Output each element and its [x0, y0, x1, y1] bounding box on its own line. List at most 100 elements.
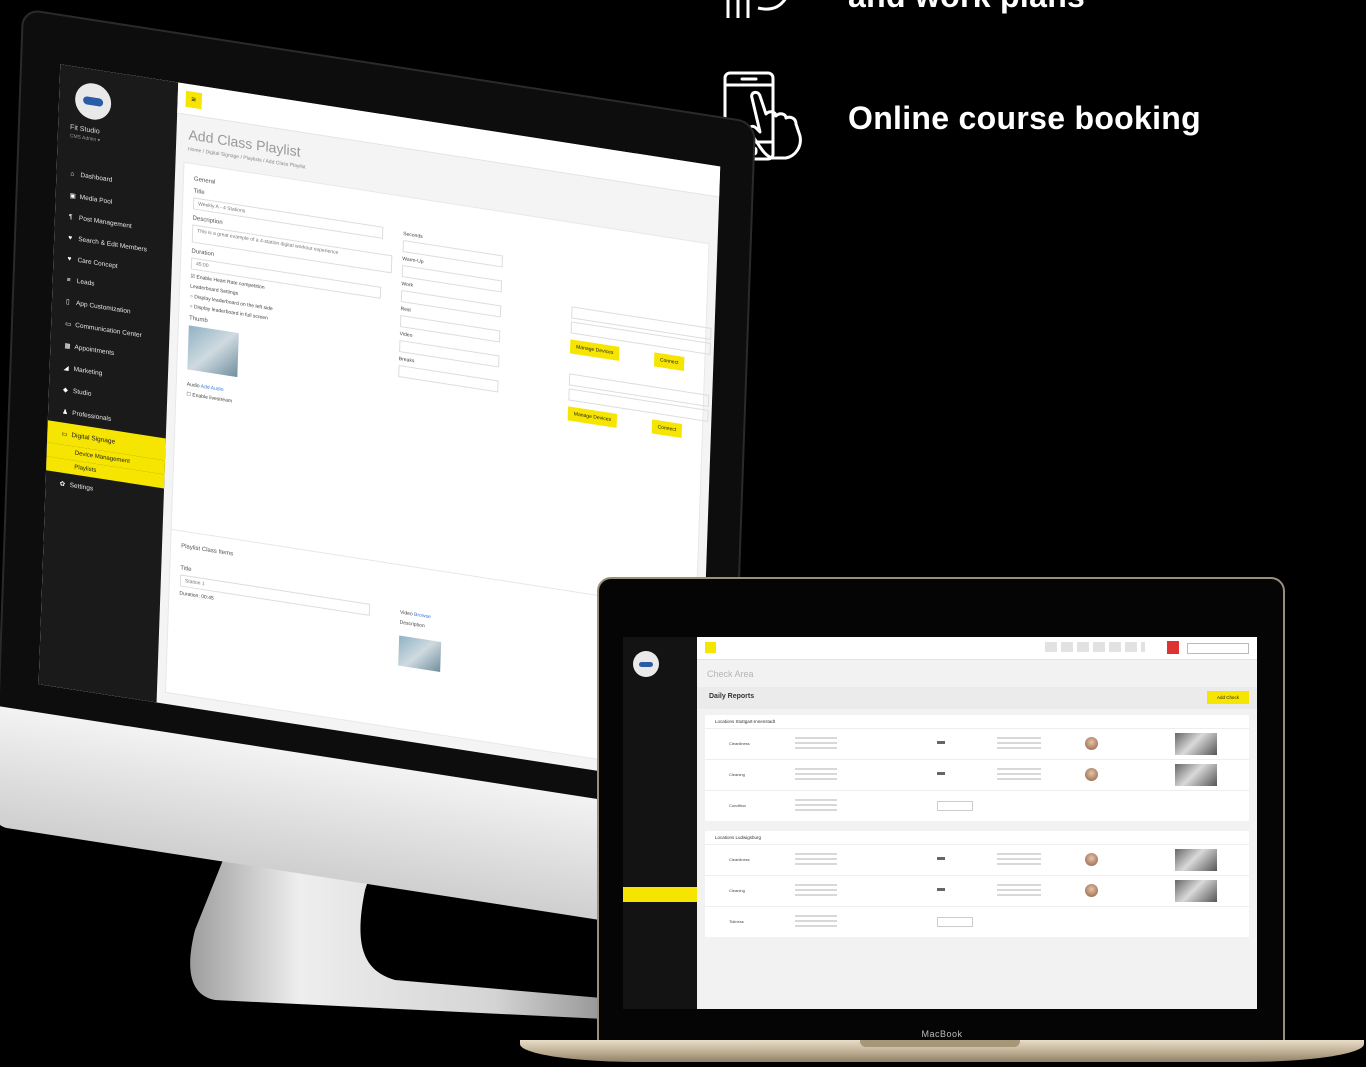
avatar	[1085, 853, 1098, 866]
sidebar-item-label: App Customization	[75, 299, 131, 316]
users-icon: ♥	[68, 234, 73, 242]
location-title: Locations Ludwigsburg	[715, 835, 762, 840]
location-title: Locations Stuttgart-Innenstadt	[715, 719, 776, 724]
row-dates	[997, 884, 1041, 896]
sidebar-item-label: Professionals	[72, 409, 112, 423]
row-category: Cleaning	[729, 772, 745, 777]
gear-icon: ✿	[59, 480, 66, 489]
sidebar-item-label: Leads	[76, 277, 95, 288]
macbook-nav-item[interactable]	[623, 752, 697, 767]
user-icon: ♟	[62, 408, 69, 417]
thumb-image[interactable]	[187, 325, 239, 378]
table-row[interactable]: Condition	[705, 790, 1249, 821]
home-icon: ⌂	[70, 170, 75, 178]
item-video-group: Video Browse Description	[398, 606, 442, 673]
item-video-browse-link[interactable]: Browse	[414, 612, 431, 621]
macbook-nav-item[interactable]	[623, 857, 697, 872]
row-details	[795, 884, 837, 896]
device-column: Manage Devices Connect Manage Devices Co…	[567, 303, 721, 443]
imac-stand	[190, 830, 625, 1020]
daily-reports-title: Daily Reports	[709, 693, 755, 700]
row-status	[937, 857, 945, 860]
macbook-content: Check Area Daily Reports Add Check Locat…	[697, 659, 1257, 1009]
livestream-label: Enable livestream	[192, 392, 233, 405]
macbook-nav-item[interactable]	[623, 737, 697, 752]
location-block-2: Locations Ludwigsburg Cleanliness Cleani…	[705, 831, 1249, 937]
row-category: Tidiness	[729, 919, 744, 924]
row-photo[interactable]	[1175, 733, 1217, 755]
list-icon: ≡	[66, 276, 71, 284]
connect-button-2[interactable]: Connect	[651, 419, 683, 439]
row-status	[937, 772, 945, 775]
sidebar-item-label: Digital Signage	[71, 431, 116, 446]
macbook-nav-item[interactable]	[623, 707, 697, 722]
manage-devices-button-2[interactable]: Manage Devices	[567, 406, 618, 428]
pin-icon: ¶	[68, 213, 73, 221]
avatar	[1085, 737, 1098, 750]
row-dates	[997, 853, 1041, 865]
macbook-menu-toggle[interactable]	[705, 642, 716, 653]
row-status	[937, 741, 945, 744]
manage-devices-button-1[interactable]: Manage Devices	[569, 339, 620, 361]
sidebar-item-label: Marketing	[73, 365, 103, 378]
macbook-nav-item[interactable]	[623, 797, 697, 812]
table-row[interactable]: Cleaning	[705, 875, 1249, 906]
item-description-label: Description	[399, 619, 425, 630]
stage: and work plans Online course booking	[0, 0, 1366, 1067]
row-photo[interactable]	[1175, 880, 1217, 902]
checklist-icon	[726, 0, 787, 18]
macbook-user-meta	[1045, 642, 1145, 652]
row-details	[795, 853, 837, 865]
macbook-nav-item[interactable]	[623, 722, 697, 737]
macbook-nav	[623, 707, 697, 917]
sidebar-item-label: Appointments	[74, 343, 115, 358]
feature-work-plans: and work plans	[848, 0, 1085, 15]
macbook-nav-item[interactable]	[623, 782, 697, 797]
macbook-screen: Check Area Daily Reports Add Check Locat…	[623, 637, 1257, 1009]
row-status-tag	[937, 917, 973, 927]
sidebar-item-label: Studio	[72, 387, 92, 398]
macbook-lang-select[interactable]	[1187, 643, 1249, 654]
row-dates	[997, 737, 1041, 749]
row-category: Cleanliness	[729, 741, 750, 746]
macbook-nav-item[interactable]	[623, 902, 697, 917]
studio-logo	[74, 80, 112, 123]
add-audio-link[interactable]: Add Audio	[201, 384, 224, 394]
table-row[interactable]: Cleanliness	[705, 728, 1249, 759]
row-photo[interactable]	[1175, 764, 1217, 786]
macbook-nav-item[interactable]	[623, 842, 697, 857]
macbook-nav-item[interactable]	[623, 872, 697, 887]
avatar	[1085, 768, 1098, 781]
feature-online-booking-label: Online course booking	[848, 100, 1202, 136]
row-details	[795, 768, 837, 780]
row-dates	[997, 768, 1041, 780]
macbook-nav-item[interactable]	[623, 767, 697, 782]
phone-tap-icon	[723, 71, 802, 161]
row-details	[795, 737, 837, 749]
sidebar-item-label: Media Pool	[79, 193, 113, 206]
flag-icon[interactable]	[1167, 641, 1179, 654]
row-category: Cleanliness	[729, 857, 750, 862]
mobile-icon: ▯	[65, 298, 70, 306]
table-row[interactable]: Cleanliness	[705, 844, 1249, 875]
row-photo[interactable]	[1175, 849, 1217, 871]
monitor-icon: ▭	[61, 430, 68, 439]
calendar-icon: ▦	[64, 342, 71, 351]
heart-icon: ♥	[67, 255, 72, 263]
sidebar-item-label: Settings	[69, 481, 94, 493]
sidebar-item-label: Post Management	[78, 214, 132, 231]
table-row[interactable]: Cleaning	[705, 759, 1249, 790]
building-icon: ◆	[62, 386, 69, 395]
macbook-device: Check Area Daily Reports Add Check Locat…	[597, 577, 1287, 1052]
add-check-button[interactable]: Add Check	[1206, 691, 1249, 704]
macbook-nav-item-active[interactable]	[623, 887, 697, 902]
connect-button-1[interactable]: Connect	[653, 352, 685, 372]
item-video-thumb[interactable]	[398, 635, 442, 673]
macbook-nav-item[interactable]	[623, 827, 697, 842]
macbook-nav-item[interactable]	[623, 812, 697, 827]
table-row[interactable]: Tidiness	[705, 906, 1249, 937]
menu-toggle-button[interactable]: ≡	[185, 90, 203, 110]
row-details	[795, 915, 837, 927]
row-category: Cleaning	[729, 888, 745, 893]
daily-reports-header: Daily Reports Add Check	[697, 687, 1257, 709]
